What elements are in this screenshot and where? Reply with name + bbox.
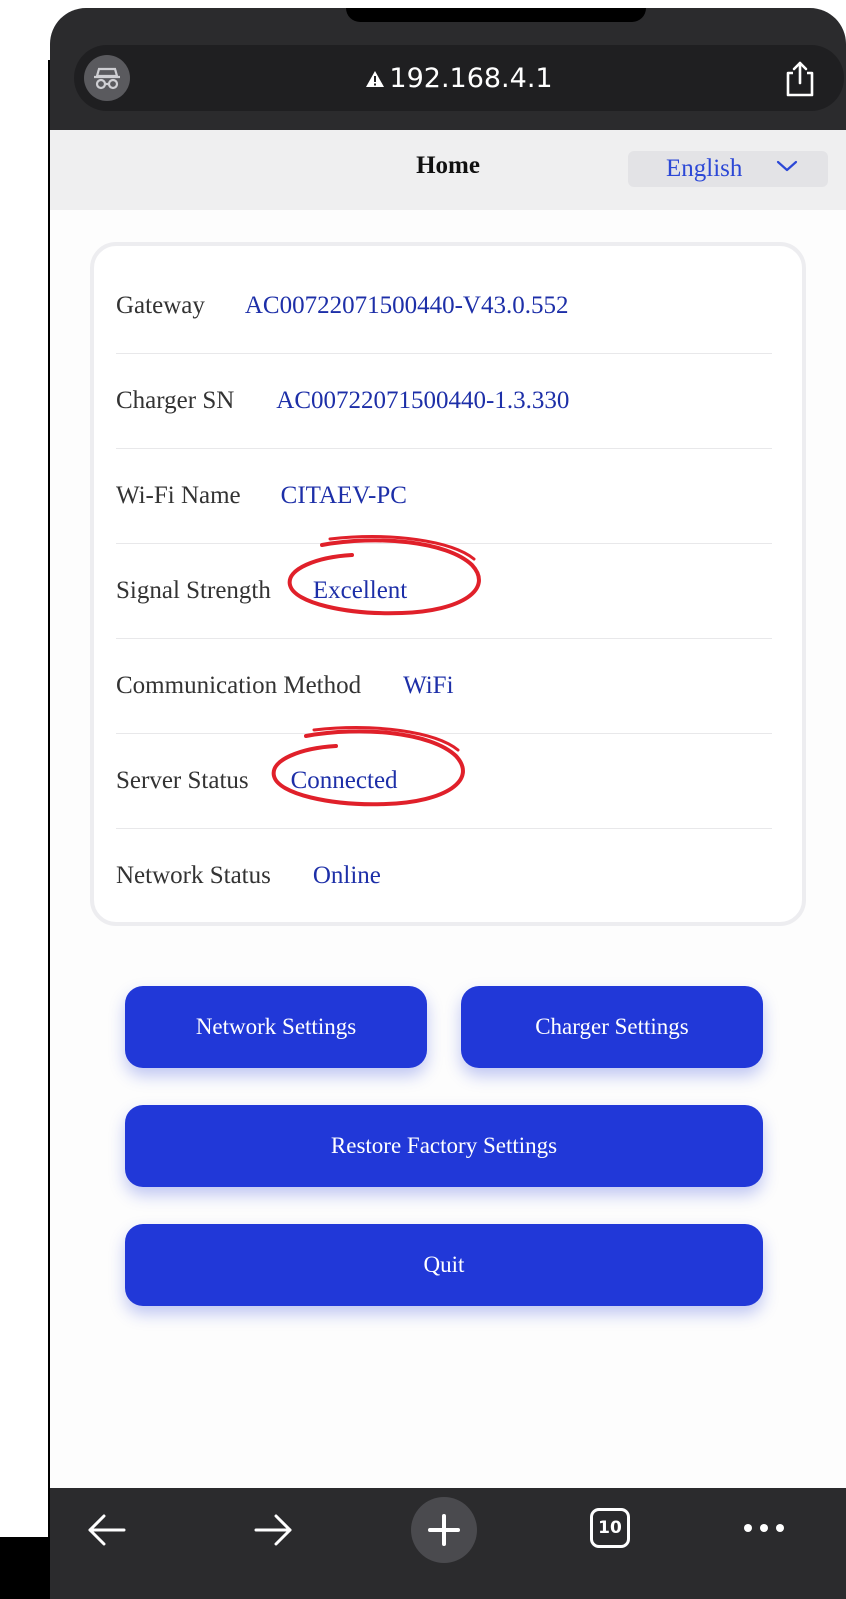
- phone-screen: 192.168.4.1 Home English Gateway AC00722…: [50, 8, 846, 1599]
- chevron-down-icon: [776, 160, 798, 172]
- browser-bottom-toolbar: 10: [50, 1488, 846, 1599]
- warning-icon: [366, 71, 385, 87]
- server-status-label: Server Status: [116, 766, 249, 794]
- info-row-network-status: Network Status Online: [116, 828, 772, 923]
- forward-arrow-icon[interactable]: [252, 1510, 296, 1550]
- gateway-label: Gateway: [116, 291, 205, 319]
- network-status-value: Online: [312, 861, 381, 889]
- red-circle-annotation: [271, 726, 465, 807]
- back-arrow-icon[interactable]: [84, 1510, 128, 1550]
- wifi-name-value: CITAEV-PC: [280, 481, 407, 509]
- device-frame-left: [48, 60, 50, 1599]
- share-icon[interactable]: [782, 59, 818, 99]
- browser-toolbar: 192.168.4.1: [50, 8, 846, 130]
- gateway-value: AC00722071500440-V43.0.552: [244, 291, 569, 319]
- charger-sn-label: Charger SN: [116, 386, 235, 414]
- language-label: English: [666, 155, 743, 182]
- wifi-name-label: Wi-Fi Name: [116, 481, 241, 509]
- charger-sn-value: AC00722071500440-1.3.330: [276, 386, 570, 414]
- quit-button[interactable]: Quit: [125, 1224, 763, 1306]
- url-text: 192.168.4.1: [389, 63, 553, 94]
- network-settings-button[interactable]: Network Settings: [125, 986, 427, 1068]
- info-row-wifi-name: Wi-Fi Name CITAEV-PC: [116, 448, 772, 544]
- communication-method-value: WiFi: [403, 671, 454, 699]
- network-status-label: Network Status: [116, 861, 271, 889]
- device-notch: [346, 8, 646, 22]
- url-display[interactable]: 192.168.4.1: [74, 63, 844, 94]
- charger-settings-button[interactable]: Charger Settings: [461, 986, 763, 1068]
- info-row-communication-method: Communication Method WiFi: [116, 638, 772, 734]
- info-row-gateway: Gateway AC00722071500440-V43.0.552: [116, 258, 772, 354]
- communication-method-label: Communication Method: [116, 671, 362, 699]
- red-circle-annotation: [287, 535, 481, 616]
- tabs-count-icon[interactable]: 10: [590, 1508, 630, 1548]
- new-tab-plus-icon[interactable]: [410, 1496, 478, 1564]
- restore-factory-settings-button[interactable]: Restore Factory Settings: [125, 1105, 763, 1187]
- more-icon[interactable]: [742, 1522, 786, 1534]
- signal-strength-label: Signal Strength: [116, 576, 271, 604]
- info-row-charger-sn: Charger SN AC00722071500440-1.3.330: [116, 353, 772, 449]
- address-bar[interactable]: 192.168.4.1: [74, 45, 844, 111]
- language-select[interactable]: English: [628, 151, 828, 187]
